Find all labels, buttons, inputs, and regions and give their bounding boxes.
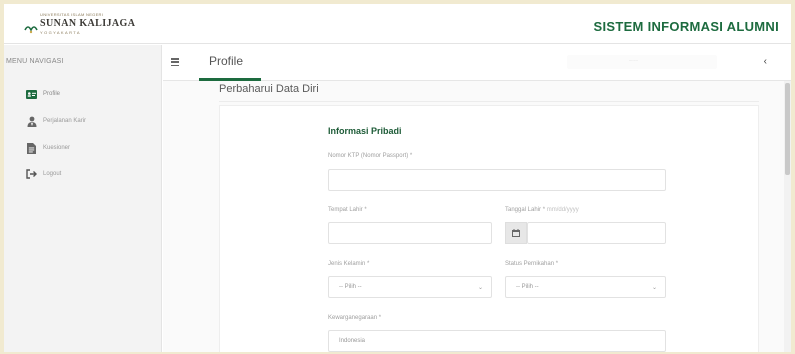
- sidebar-item-perjalanan-karir[interactable]: Perjalanan Karir: [26, 114, 86, 128]
- chevron-left-icon[interactable]: ‹: [764, 56, 767, 67]
- sidebar-title: MENU NAVIGASI: [6, 58, 64, 65]
- ktp-input[interactable]: [328, 169, 666, 191]
- tanggal-lahir-hint: mm/dd/yyyy: [546, 207, 579, 213]
- tempat-lahir-label: Tempat Lahir *: [328, 207, 367, 213]
- card-heading: Informasi Pribadi: [328, 126, 402, 136]
- page-title: Profile: [209, 54, 244, 68]
- hamburger-icon[interactable]: [171, 58, 179, 67]
- document-icon: [26, 142, 37, 154]
- app-window: UNIVERSITAS ISLAM NEGERI SUNAN KALIJAGA …: [4, 4, 791, 352]
- topbar: Profile ........ ‹: [163, 45, 791, 81]
- form-card: Informasi Pribadi Nomor KTP (Nomor Passp…: [219, 105, 759, 352]
- status-pernikahan-value: -- Pilih --: [516, 284, 539, 290]
- logo-main-text: SUNAN KALIJAGA: [40, 18, 136, 29]
- sidebar-item-kuesioner[interactable]: Kuesioner: [26, 141, 70, 155]
- jenis-kelamin-value: -- Pilih --: [339, 284, 362, 290]
- top-search-field[interactable]: ........: [567, 55, 717, 69]
- chevron-down-icon: ⌄: [477, 285, 483, 291]
- tanggal-lahir-label: Tanggal Lahir * mm/dd/yyyy: [505, 207, 579, 213]
- main-content: Perbaharui Data Diri Informasi Pribadi N…: [163, 81, 791, 352]
- sidebar-item-label: Logout: [43, 171, 62, 177]
- status-pernikahan-label: Status Pernikahan *: [505, 261, 559, 267]
- tanggal-lahir-label-text: Tanggal Lahir *: [505, 207, 546, 213]
- jenis-kelamin-select[interactable]: -- Pilih -- ⌄: [328, 276, 492, 298]
- top-search-placeholder: ........: [629, 57, 638, 62]
- scrollbar-thumb[interactable]: [785, 83, 790, 175]
- sign-out-icon: [26, 169, 37, 180]
- ktp-label: Nomor KTP (Nomor Passport) *: [328, 153, 413, 159]
- sidebar: MENU NAVIGASI Profile Perjalanan Karir K…: [4, 45, 162, 352]
- page-scrollbar[interactable]: [784, 81, 791, 352]
- sidebar-item-label: Perjalanan Karir: [43, 118, 87, 124]
- logo-sub-text: YOGYAKARTA: [40, 30, 81, 35]
- status-pernikahan-select[interactable]: -- Pilih -- ⌄: [505, 276, 666, 298]
- app-title: SISTEM INFORMASI ALUMNI: [593, 19, 779, 34]
- kewarganegaraan-input[interactable]: Indonesia: [328, 330, 666, 352]
- section-divider: [219, 101, 759, 102]
- calendar-icon: [512, 229, 520, 237]
- sidebar-item-profile[interactable]: Profile: [26, 87, 60, 101]
- chevron-down-icon: ⌄: [651, 285, 657, 291]
- section-title: Perbaharui Data Diri: [219, 83, 319, 95]
- calendar-button[interactable]: [505, 222, 527, 244]
- sidebar-item-label: Kuesioner: [43, 145, 71, 151]
- tanggal-lahir-input[interactable]: [527, 222, 666, 244]
- logo-wordmark: UNIVERSITAS ISLAM NEGERI SUNAN KALIJAGA …: [40, 12, 135, 36]
- header: UNIVERSITAS ISLAM NEGERI SUNAN KALIJAGA …: [4, 4, 791, 44]
- kewarganegaraan-label: Kewarganegaraan *: [328, 315, 382, 321]
- user-tie-icon: [26, 116, 37, 127]
- jenis-kelamin-label: Jenis Kelamin *: [328, 261, 370, 267]
- sidebar-item-label: Profile: [43, 91, 61, 97]
- id-card-icon: [26, 89, 37, 100]
- kewarganegaraan-value: Indonesia: [339, 338, 366, 344]
- university-logo-icon: [24, 26, 38, 34]
- sidebar-item-logout[interactable]: Logout: [26, 167, 61, 181]
- tempat-lahir-input[interactable]: [328, 222, 492, 244]
